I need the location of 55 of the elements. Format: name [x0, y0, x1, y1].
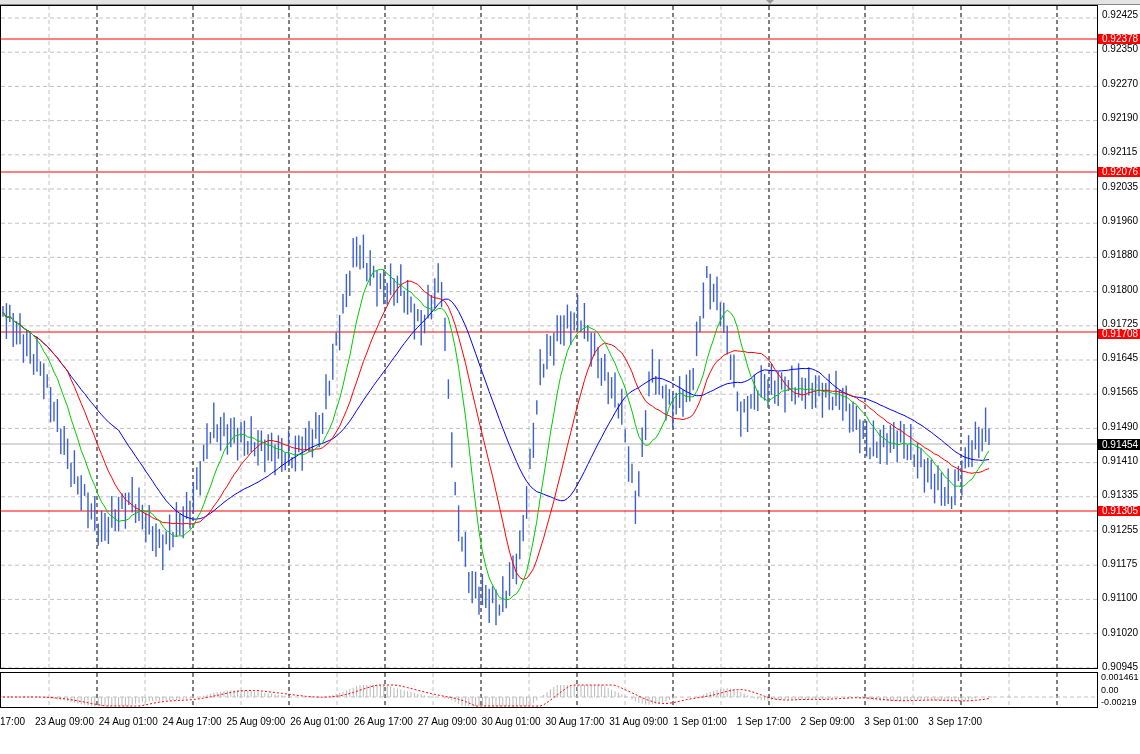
shift-marker-icon[interactable] [766, 0, 774, 4]
grid-line [528, 673, 530, 707]
time-axis-label: 24 Aug 17:00 [162, 714, 223, 729]
current-price-tag: 0.91454 [1098, 439, 1140, 450]
price-axis-label: 0.91490 [1102, 421, 1139, 432]
indicator-axis-label: 0.001461 [1101, 672, 1140, 683]
time-axis-label: 1 Sep 17:00 [736, 714, 792, 729]
grid-line [240, 673, 242, 707]
price-axis-label: 0.91880 [1102, 250, 1139, 261]
time-axis-label: 25 Aug 09:00 [226, 714, 287, 729]
price-axis-label: 0.91565 [1102, 387, 1139, 398]
price-axis-label: 0.92035 [1102, 181, 1139, 192]
price-level-tag: 0.92378 [1098, 34, 1140, 44]
time-axis-label: 24 Aug 01:00 [98, 714, 159, 729]
price-axis-label: 0.91960 [1102, 215, 1139, 226]
price-axis-label: 0.90945 [1102, 661, 1139, 672]
grid-line [432, 673, 434, 707]
price-axis-label: 0.92425 [1102, 10, 1139, 20]
indicator-axis-label: -0.00219 [1101, 697, 1138, 708]
grid-line [48, 673, 50, 707]
time-axis-label: 3 Sep 17:00 [928, 714, 984, 729]
price-axis-label: 0.92350 [1102, 44, 1139, 55]
time-axis-label: 30 Aug 01:00 [481, 714, 542, 729]
price-axis-label: 0.92115 [1102, 147, 1139, 158]
price-level-tag: 0.91708 [1098, 329, 1140, 339]
grid-line [912, 673, 914, 707]
time-axis-label: 1 Sep 01:00 [672, 714, 728, 729]
grid-line [720, 673, 722, 707]
price-axis-label: 0.91175 [1102, 559, 1139, 569]
price-axis-label: 0.92190 [1102, 112, 1139, 123]
time-axis-label: 27 Aug 09:00 [417, 714, 478, 729]
time-axis-label: 23 Aug 09:00 [35, 714, 95, 729]
time-axis-label: 30 Aug 17:00 [545, 714, 606, 729]
price-level-tag: 0.91305 [1098, 506, 1140, 516]
time-axis-label: 3 Sep 01:00 [864, 714, 920, 729]
price-axis-label: 0.91100 [1102, 593, 1139, 604]
grid-line [816, 673, 818, 707]
price-axis-label: 0.91020 [1102, 627, 1139, 638]
indicator-axis-label: 0.00 [1101, 684, 1120, 696]
time-axis-label: 26 Aug 17:00 [354, 714, 414, 729]
grid-line [144, 673, 146, 707]
price-axis-label: 0.91645 [1102, 353, 1139, 364]
price-axis-label: 0.92270 [1102, 78, 1139, 89]
grid-line [624, 673, 626, 707]
price-axis-label: 0.91335 [1102, 490, 1139, 501]
price-axis-label: 0.91800 [1102, 284, 1139, 295]
time-axis-label: 2 Sep 09:00 [800, 714, 856, 729]
price-axis-label: 0.91725 [1102, 318, 1139, 329]
price-axis-label: 0.91410 [1102, 456, 1139, 467]
time-axis-label: 17:00 [0, 714, 27, 729]
time-axis-label: 31 Aug 09:00 [609, 714, 670, 729]
grid-line [336, 673, 338, 707]
price-level-tag: 0.92076 [1098, 167, 1140, 177]
price-axis-label: 0.91255 [1102, 524, 1139, 535]
time-axis-label: 26 Aug 01:00 [290, 714, 351, 729]
